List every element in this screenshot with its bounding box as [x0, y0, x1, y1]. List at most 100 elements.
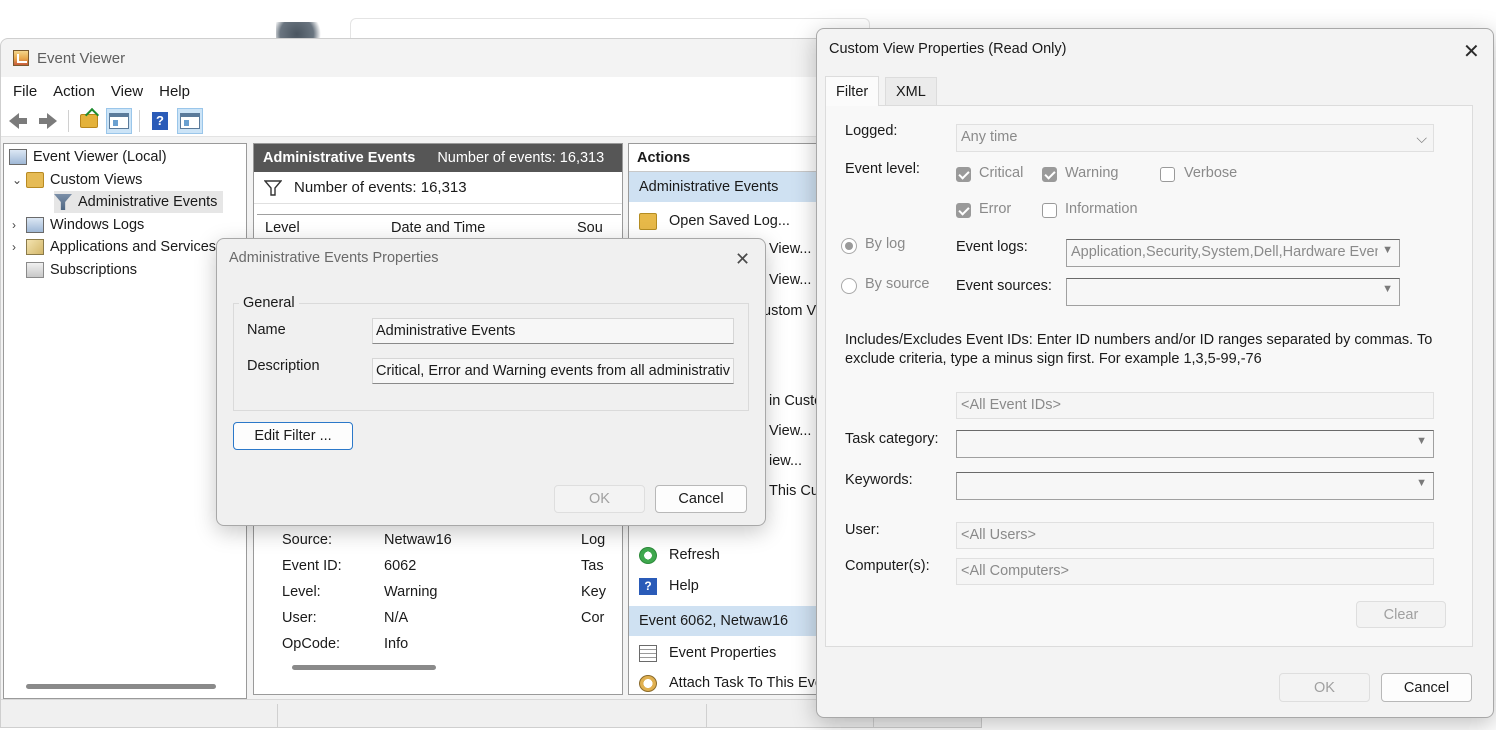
detail-row: Source: Netwaw16 Log [270, 528, 610, 554]
action-event-properties[interactable]: Event Properties [639, 642, 776, 664]
action-partial[interactable]: View... [769, 423, 811, 439]
critical-label: Critical [979, 165, 1024, 181]
detail-label: Source: [282, 532, 332, 548]
action-refresh[interactable]: Refresh [639, 544, 720, 566]
close-icon[interactable]: ✕ [1463, 39, 1480, 64]
menu-action[interactable]: Action [45, 83, 103, 100]
action-partial[interactable]: View... [769, 241, 811, 257]
chevron-right-icon[interactable]: › [12, 218, 26, 232]
tree-item-label: Applications and Services [50, 239, 217, 255]
forward-arrow-icon[interactable] [35, 108, 61, 134]
dropdown-arrow-icon: ▼ [1416, 477, 1427, 489]
properties-icon [639, 644, 657, 662]
tree-item-label: Event Viewer (Local) [33, 149, 167, 165]
tab-xml[interactable]: XML [885, 77, 937, 105]
detail-row: User: N/A Cor [270, 606, 610, 632]
event-logs-label: Event logs: [956, 239, 1028, 255]
description-field[interactable]: Critical, Error and Warning events from … [372, 358, 734, 384]
tree-item-root[interactable]: Event Viewer (Local) [9, 146, 167, 168]
column-header-source[interactable]: Sou [577, 220, 603, 236]
filter-view-icon [54, 194, 72, 210]
tree-item-custom-views[interactable]: ⌄ Custom Views [12, 169, 142, 191]
subscriptions-icon [26, 262, 44, 278]
logged-dropdown[interactable]: Any time ⌵ [956, 124, 1434, 152]
action-attach-task[interactable]: Attach Task To This Eve [639, 672, 823, 694]
column-header-level[interactable]: Level [265, 220, 300, 236]
show-hide-action-pane-icon[interactable] [177, 107, 203, 134]
action-label: Help [669, 578, 699, 594]
detail-value: N/A [384, 610, 409, 626]
name-field[interactable]: Administrative Events [372, 318, 734, 344]
detail-horizontal-scrollbar[interactable] [292, 665, 436, 670]
action-help[interactable]: ? Help [639, 575, 699, 597]
error-checkbox[interactable] [956, 203, 971, 218]
detail-extra-label: Cor [581, 610, 605, 626]
detail-value: Warning [384, 584, 438, 600]
action-partial[interactable]: ustom V [763, 303, 816, 319]
tree-horizontal-scrollbar[interactable] [26, 684, 216, 689]
tree-item-administrative-events[interactable]: Administrative Events [54, 191, 224, 213]
toolbar-separator [139, 109, 140, 132]
tree-item-label: Subscriptions [50, 262, 138, 278]
column-header-date-time[interactable]: Date and Time [391, 220, 485, 236]
tree-item-label: Administrative Events [78, 194, 218, 210]
computers-field[interactable]: <All Computers> [956, 558, 1434, 585]
task-category-dropdown[interactable]: ▼ [956, 430, 1434, 458]
tab-filter[interactable]: Filter [825, 76, 880, 106]
cancel-button[interactable]: Cancel [1381, 673, 1472, 702]
computers-label: Computer(s): [845, 558, 930, 574]
tree-item-applications-services[interactable]: › Applications and Services [12, 236, 216, 258]
navigation-tree: Event Viewer (Local) ⌄ Custom Views Admi… [3, 143, 247, 699]
ok-button[interactable]: OK [1279, 673, 1370, 702]
detail-extra-label: Tas [581, 558, 604, 574]
event-detail-panel: Source: Netwaw16 Log Event ID: 6062 Tas … [270, 528, 610, 658]
events-grid-header: Level Date and Time Sou [257, 214, 621, 240]
action-partial[interactable]: in Custo [769, 393, 822, 409]
by-source-radio[interactable] [841, 278, 857, 294]
verbose-checkbox[interactable] [1160, 167, 1175, 182]
action-partial[interactable]: View... [769, 272, 811, 288]
ok-button[interactable]: OK [554, 485, 645, 513]
keywords-dropdown[interactable]: ▼ [956, 472, 1434, 500]
detail-label: Event ID: [282, 558, 342, 574]
user-label: User: [845, 522, 880, 538]
cancel-button[interactable]: Cancel [655, 485, 747, 513]
menu-help[interactable]: Help [151, 83, 198, 100]
event-ids-field[interactable]: <All Event IDs> [956, 392, 1434, 419]
edit-filter-button[interactable]: Edit Filter ... [233, 422, 353, 450]
warning-label: Warning [1065, 165, 1119, 181]
menu-view[interactable]: View [103, 83, 151, 100]
back-arrow-icon[interactable] [5, 108, 31, 134]
action-label: Attach Task To This Eve [669, 675, 823, 691]
dialog-title: Custom View Properties (Read Only) [829, 41, 1067, 57]
detail-value: Info [384, 636, 409, 652]
by-log-radio[interactable] [841, 238, 857, 254]
action-partial[interactable]: iew... [769, 453, 802, 469]
warning-checkbox[interactable] [1042, 167, 1057, 182]
tree-item-subscriptions[interactable]: Subscriptions [26, 259, 137, 281]
close-icon[interactable]: ✕ [735, 249, 750, 270]
show-hide-tree-icon[interactable] [106, 107, 132, 134]
up-folder-icon[interactable] [76, 108, 102, 134]
chevron-right-icon[interactable]: › [12, 240, 26, 254]
user-field[interactable]: <All Users> [956, 522, 1434, 549]
event-logs-dropdown[interactable]: Application,Security,System,Dell,Hardwar… [1066, 239, 1400, 267]
information-checkbox[interactable] [1042, 203, 1057, 218]
chevron-down-icon[interactable]: ⌄ [12, 173, 26, 187]
windows-logs-icon [26, 217, 44, 233]
event-sources-dropdown[interactable]: ▼ [1066, 278, 1400, 306]
critical-checkbox[interactable] [956, 167, 971, 182]
tree-item-windows-logs[interactable]: › Windows Logs [12, 214, 144, 236]
name-label: Name [247, 322, 286, 338]
action-label: Open Saved Log... [669, 213, 790, 229]
menu-file[interactable]: File [5, 83, 45, 100]
clear-button[interactable]: Clear [1356, 601, 1446, 628]
error-label: Error [979, 201, 1012, 217]
action-open-saved-log[interactable]: Open Saved Log... [639, 210, 790, 232]
dropdown-arrow-icon: ▼ [1416, 435, 1427, 447]
verbose-label: Verbose [1184, 165, 1238, 181]
detail-value: 6062 [384, 558, 417, 574]
general-group-label: General [239, 295, 299, 311]
administrative-events-properties-dialog: Administrative Events Properties ✕ Gener… [216, 238, 766, 526]
help-icon[interactable]: ? [147, 108, 173, 134]
